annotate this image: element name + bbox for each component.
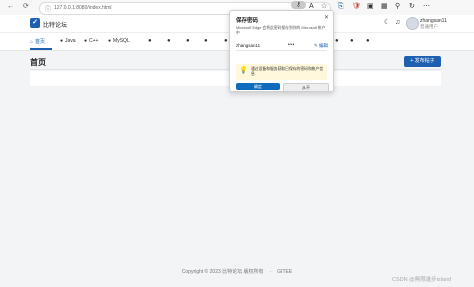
split-screen-icon[interactable]: ▣ [367,3,374,11]
notification-bell-icon[interactable]: ♫ [395,19,400,27]
shield-extension-icon[interactable]: 🛡 [352,3,361,11]
new-post-button[interactable]: + 发布帖子 [404,56,441,67]
close-icon[interactable]: ✕ [324,14,329,21]
tab-label: MySQL [113,38,130,44]
footer-separator: · [269,269,272,275]
site-info-icon[interactable]: ⓘ [45,4,51,13]
password-key-icon[interactable]: ⚷ [291,1,306,9]
collections-icon[interactable]: ▦ [381,3,388,11]
tab-unnamed-6[interactable]: ● [335,38,339,44]
tab-mysql[interactable]: ● MySQL [108,38,130,44]
tab-unnamed-2[interactable]: ● [167,38,171,44]
tab-home[interactable]: ⌂ 首页 [30,38,45,45]
csdn-watermark: CSDN @無限進步island [392,277,452,283]
tab-cpp[interactable]: ● C++ [84,38,98,44]
tab-unnamed-4[interactable]: ● [204,38,208,44]
tab-unnamed-3[interactable]: ● [186,38,190,44]
popup-divider [236,50,327,51]
tab-java[interactable]: ● Java [60,38,76,44]
board-dot-icon: ● [60,38,64,44]
save-password-popup: 保存密码 ✕ Microsoft Edge 会将此密码保存到你的 Microso… [229,10,334,92]
popup-title: 保存密码 [236,18,259,24]
tab-label: Java [65,38,76,44]
user-avatar[interactable] [406,17,419,30]
tip-text: 通过设备和服务获取已保存的密码和帐户信息 [251,67,324,76]
active-tab-indicator [30,48,52,50]
more-menu-icon[interactable]: ⋯ [423,3,430,11]
password-tip: 💡 通过设备和服务获取已保存的密码和帐户信息 [236,64,327,80]
home-icon: ⌂ [30,39,34,45]
site-name[interactable]: 比特论坛 [43,20,67,29]
tab-label: C++ [89,38,99,44]
search-icon[interactable]: ⚲ [395,3,400,11]
site-logo[interactable]: ✓ [30,18,40,28]
gitee-link[interactable]: GITEE [277,269,292,275]
page-title: 首页 [30,58,46,67]
user-role: 普通用户 [420,24,438,29]
board-dot-icon: ● [84,38,88,44]
extension-icon[interactable]: ⎘ [338,3,344,11]
refresh-icon[interactable]: ⟳ [23,3,29,11]
never-save-button[interactable]: 从不 [283,83,329,92]
sync-icon[interactable]: ↻ [409,3,415,11]
tab-unnamed-8[interactable]: ● [366,38,370,44]
footer: Copyright © 2023 比特论坛 版权所有 · GITEE [0,268,474,275]
popup-description: Microsoft Edge 会将此密码保存到你的 Microsoft 帐户中 [236,26,326,35]
saved-username: zhangsan11 [236,43,261,48]
tab-unnamed-5[interactable]: ● [224,38,228,44]
tab-label: 首页 [35,39,46,45]
tab-unnamed-7[interactable]: ● [350,38,354,44]
board-dot-icon: ● [108,38,112,44]
dark-mode-icon[interactable]: ☾ [384,19,390,27]
lightbulb-icon: 💡 [239,67,248,74]
save-password-button[interactable]: 确定 [236,83,280,90]
back-icon[interactable]: ← [7,3,14,11]
url-text[interactable]: 127.0.0.1:8080/index.html [54,5,112,11]
tab-unnamed-1[interactable]: ● [148,38,152,44]
copyright-text: Copyright © 2023 比特论坛 版权所有 [181,269,264,275]
saved-password-mask: ••• [288,42,295,48]
edit-password-button[interactable]: ✎ 编辑 [314,43,328,49]
